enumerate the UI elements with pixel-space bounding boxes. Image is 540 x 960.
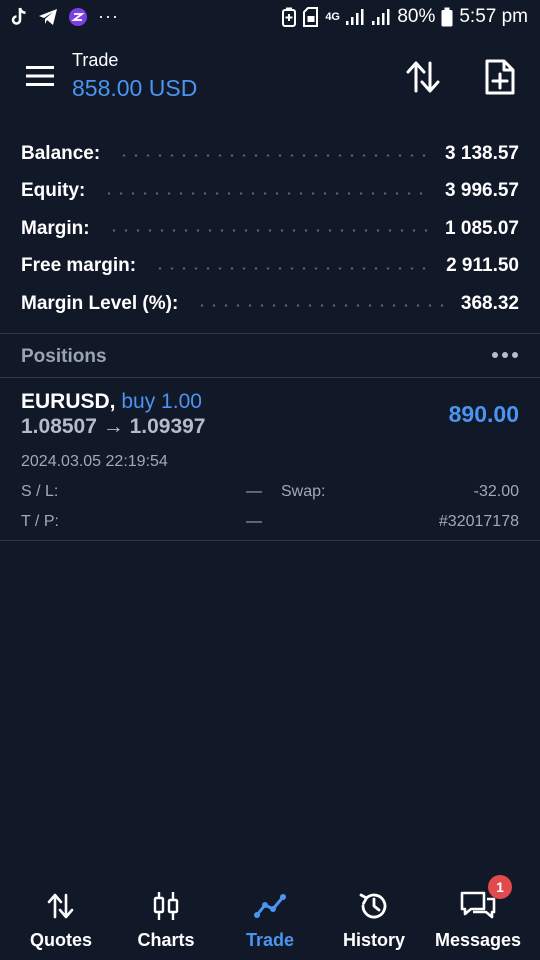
menu-button[interactable] xyxy=(26,66,56,92)
summary-row-balance: Balance: 3 138.57 xyxy=(0,135,540,173)
nav-messages[interactable]: Messages 1 xyxy=(434,875,522,960)
account-profit: 858.00 USD xyxy=(72,75,198,101)
summary-label: Margin Level (%): xyxy=(21,292,179,314)
sl-value: — xyxy=(246,483,262,500)
nav-trade[interactable]: Trade xyxy=(230,880,310,960)
summary-value: 2 911.50 xyxy=(446,255,519,277)
nav-charts[interactable]: Charts xyxy=(126,880,206,960)
charts-icon xyxy=(146,888,186,924)
positions-more-button[interactable] xyxy=(492,352,518,358)
battery-saver-icon xyxy=(281,7,297,27)
more-dots-icon xyxy=(492,352,498,358)
summary-row-margin: Margin: 1 085.07 xyxy=(0,210,540,248)
summary-row-equity: Equity: 3 996.57 xyxy=(0,173,540,211)
nav-label: Trade xyxy=(245,930,295,950)
tp-label: T / P: xyxy=(21,513,59,530)
toolbar: Trade 858.00 USD xyxy=(0,40,540,120)
more-dots-icon xyxy=(502,352,508,358)
summary-value: 1 085.07 xyxy=(445,217,519,239)
app-notification-icon xyxy=(68,7,88,27)
positions-title: Positions xyxy=(21,346,107,367)
clock: 5:57 pm xyxy=(459,6,528,27)
dotted-leader xyxy=(118,154,428,158)
status-bar: ··· 4G 80% 5:57 pm xyxy=(0,0,540,36)
sort-arrows-icon xyxy=(406,61,440,93)
new-order-button[interactable] xyxy=(484,58,518,98)
swap-value: -32.00 xyxy=(473,483,519,500)
position-title: EURUSD, buy 1.00 xyxy=(21,390,202,414)
bottom-navigation: Quotes Charts Trade History Messages 1 xyxy=(0,875,540,960)
position-profit: 890.00 xyxy=(448,401,519,427)
nav-history[interactable]: History xyxy=(334,880,414,960)
summary-value: 368.32 xyxy=(460,292,519,314)
tiktok-icon xyxy=(10,7,28,27)
nav-label: History xyxy=(342,930,405,950)
sl-label: S / L: xyxy=(21,483,59,500)
telegram-icon xyxy=(38,8,58,26)
summary-label: Margin: xyxy=(21,217,90,239)
quotes-icon xyxy=(41,888,81,924)
positions-header: Positions xyxy=(0,335,540,377)
swap-label: Swap: xyxy=(281,483,326,500)
account-title-block[interactable]: Trade 858.00 USD xyxy=(72,50,197,102)
sort-button[interactable] xyxy=(404,60,442,98)
position-prices: 1.08507 → 1.09397 xyxy=(21,415,206,438)
position-symbol: EURUSD, xyxy=(21,390,116,413)
messages-badge: 1 xyxy=(488,875,512,899)
tp-value: — xyxy=(246,513,262,530)
page-title: Trade xyxy=(72,50,119,70)
history-icon xyxy=(354,888,394,924)
divider xyxy=(0,333,540,334)
summary-value: 3 996.57 xyxy=(445,180,519,202)
position-ticket: #32017178 xyxy=(438,513,519,530)
signal-icon-1 xyxy=(345,8,365,26)
nav-label: Charts xyxy=(137,930,195,950)
network-type: 4G xyxy=(325,11,340,23)
summary-row-free-margin: Free margin: 2 911.50 xyxy=(0,248,540,286)
summary-row-margin-level: Margin Level (%): 368.32 xyxy=(0,285,540,323)
summary-label: Free margin: xyxy=(21,255,137,277)
dotted-leader xyxy=(107,229,428,233)
summary-label: Balance: xyxy=(21,142,101,164)
position-open-time: 2024.03.05 22:19:54 xyxy=(21,453,168,470)
battery-percent: 80% xyxy=(397,6,436,27)
nav-label: Quotes xyxy=(29,930,92,950)
nav-quotes[interactable]: Quotes xyxy=(21,880,101,960)
sim-card-icon xyxy=(303,7,319,27)
nav-label: Messages xyxy=(434,930,522,950)
dotted-leader xyxy=(154,266,429,270)
battery-icon xyxy=(441,7,453,27)
summary-value: 3 138.57 xyxy=(445,142,519,164)
dotted-leader xyxy=(196,304,443,308)
position-item[interactable]: EURUSD, buy 1.00 1.08507 → 1.09397 890.0… xyxy=(0,378,540,540)
divider xyxy=(0,540,540,541)
trade-icon xyxy=(250,888,290,924)
more-dots-icon xyxy=(512,352,518,358)
position-direction: buy 1.00 xyxy=(121,390,202,413)
signal-icon-2 xyxy=(371,8,391,26)
more-notifications: ··· xyxy=(98,6,119,26)
new-document-icon xyxy=(485,59,515,95)
account-summary: Balance: 3 138.57 Equity: 3 996.57 Margi… xyxy=(0,135,540,323)
hamburger-icon xyxy=(26,66,54,86)
dotted-leader xyxy=(103,191,428,195)
summary-label: Equity: xyxy=(21,180,86,202)
